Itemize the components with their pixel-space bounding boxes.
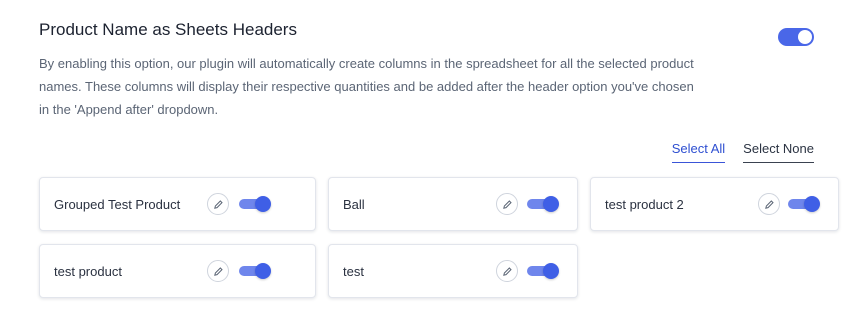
edit-button[interactable] bbox=[207, 260, 229, 282]
edit-button[interactable] bbox=[496, 260, 518, 282]
product-toggle[interactable] bbox=[527, 263, 559, 279]
product-card: test bbox=[328, 244, 578, 298]
product-grid: Grouped Test Product Ball test product 2… bbox=[39, 177, 839, 298]
section-description: By enabling this option, our plugin will… bbox=[39, 56, 694, 117]
pencil-icon bbox=[213, 266, 223, 276]
select-all-link[interactable]: Select All bbox=[671, 141, 726, 163]
product-name: test product bbox=[54, 263, 122, 279]
edit-button[interactable] bbox=[758, 193, 780, 215]
edit-button[interactable] bbox=[207, 193, 229, 215]
product-card: Ball bbox=[328, 177, 578, 231]
product-name: Ball bbox=[343, 196, 365, 212]
product-card: Grouped Test Product bbox=[39, 177, 316, 231]
product-name: Grouped Test Product bbox=[54, 196, 181, 212]
pencil-icon bbox=[502, 199, 512, 209]
product-name: test product 2 bbox=[605, 196, 684, 212]
product-toggle[interactable] bbox=[788, 196, 820, 212]
enable-product-headers-toggle[interactable] bbox=[778, 28, 814, 46]
select-none-link[interactable]: Select None bbox=[743, 141, 814, 163]
pencil-icon bbox=[764, 199, 774, 209]
pencil-icon bbox=[213, 199, 223, 209]
product-name: test bbox=[343, 263, 364, 279]
selection-controls: Select All Select None bbox=[671, 141, 814, 163]
pencil-icon bbox=[502, 266, 512, 276]
section-title: Product Name as Sheets Headers bbox=[39, 20, 297, 39]
edit-button[interactable] bbox=[496, 193, 518, 215]
product-toggle[interactable] bbox=[239, 196, 271, 212]
product-toggle[interactable] bbox=[527, 196, 559, 212]
product-card: test product 2 bbox=[590, 177, 839, 231]
product-card: test product bbox=[39, 244, 316, 298]
product-toggle[interactable] bbox=[239, 263, 271, 279]
